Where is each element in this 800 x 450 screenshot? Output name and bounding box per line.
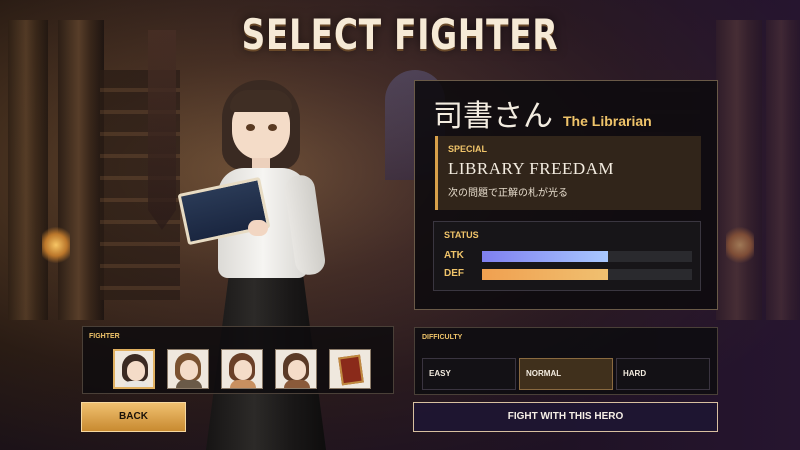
def-label: DEF xyxy=(444,268,464,279)
difficulty-panel: DIFFICULTY EASY NORMAL HARD xyxy=(414,327,718,395)
fighter-bangs xyxy=(230,90,292,112)
fight-with-hero-button[interactable]: FIGHT WITH THIS HERO xyxy=(413,402,718,432)
special-description: 次の問題で正解の札が光る xyxy=(448,188,568,199)
fighter-thumbnail[interactable] xyxy=(167,349,209,389)
special-ability-box: SPECIAL LIBRARY FREEDAM 次の問題で正解の札が光る xyxy=(435,136,701,210)
librarian-portrait-body xyxy=(123,381,149,387)
fighter-thumbnail[interactable] xyxy=(221,349,263,389)
atk-label: ATK xyxy=(444,250,464,261)
fighter-name-en: The Librarian xyxy=(563,113,652,129)
special-label: SPECIAL xyxy=(448,144,488,154)
librarian-portrait xyxy=(127,361,145,381)
explorer-portrait xyxy=(180,360,198,380)
status-box: STATUS ATK DEF xyxy=(433,221,701,291)
explorer-portrait-body xyxy=(176,380,202,388)
difficulty-normal-button[interactable]: NORMAL xyxy=(519,358,613,390)
student-portrait xyxy=(288,360,306,380)
difficulty-easy-button[interactable]: EASY xyxy=(422,358,516,390)
pillar-decoration xyxy=(8,20,48,320)
fighter-name-jp: 司書さん xyxy=(433,99,553,134)
pillar-decoration xyxy=(58,20,104,320)
fighter-thumbnail[interactable] xyxy=(113,349,155,389)
screen-title: SELECT FIGHTER xyxy=(241,10,559,59)
lantern-decoration xyxy=(42,225,70,265)
hanging-banner-decoration xyxy=(148,30,176,230)
lantern-decoration xyxy=(726,225,754,265)
fighter-eye xyxy=(246,124,255,131)
fighter-info-panel: 司書さん The Librarian SPECIAL LIBRARY FREED… xyxy=(414,80,718,310)
fighter-thumbnail[interactable] xyxy=(275,349,317,389)
student-portrait-body xyxy=(284,380,310,388)
brown-hair-girl-portrait xyxy=(234,360,252,380)
fighter-illustration xyxy=(177,80,340,450)
pillar-decoration xyxy=(766,20,800,320)
difficulty-hard-button[interactable]: HARD xyxy=(616,358,710,390)
fighter-thumbnail[interactable] xyxy=(329,349,371,389)
bookshelf-decoration xyxy=(100,70,180,300)
atk-bar xyxy=(482,251,692,262)
fighter-eye xyxy=(268,124,277,131)
special-name: LIBRARY FREEDAM xyxy=(448,159,615,178)
atk-bar-fill xyxy=(482,251,608,262)
brown-hair-girl-portrait-body xyxy=(230,380,256,388)
back-button[interactable]: BACK xyxy=(81,402,186,432)
def-bar xyxy=(482,269,692,280)
fighter-hand xyxy=(248,220,268,236)
pillar-decoration xyxy=(716,20,762,320)
def-bar-fill xyxy=(482,269,608,280)
red-book-icon xyxy=(338,354,364,386)
fighter-selector-panel: FIGHTER xyxy=(82,326,394,394)
fighter-selector-label: FIGHTER xyxy=(89,333,120,340)
status-label: STATUS xyxy=(444,230,479,240)
difficulty-label: DIFFICULTY xyxy=(422,334,463,341)
